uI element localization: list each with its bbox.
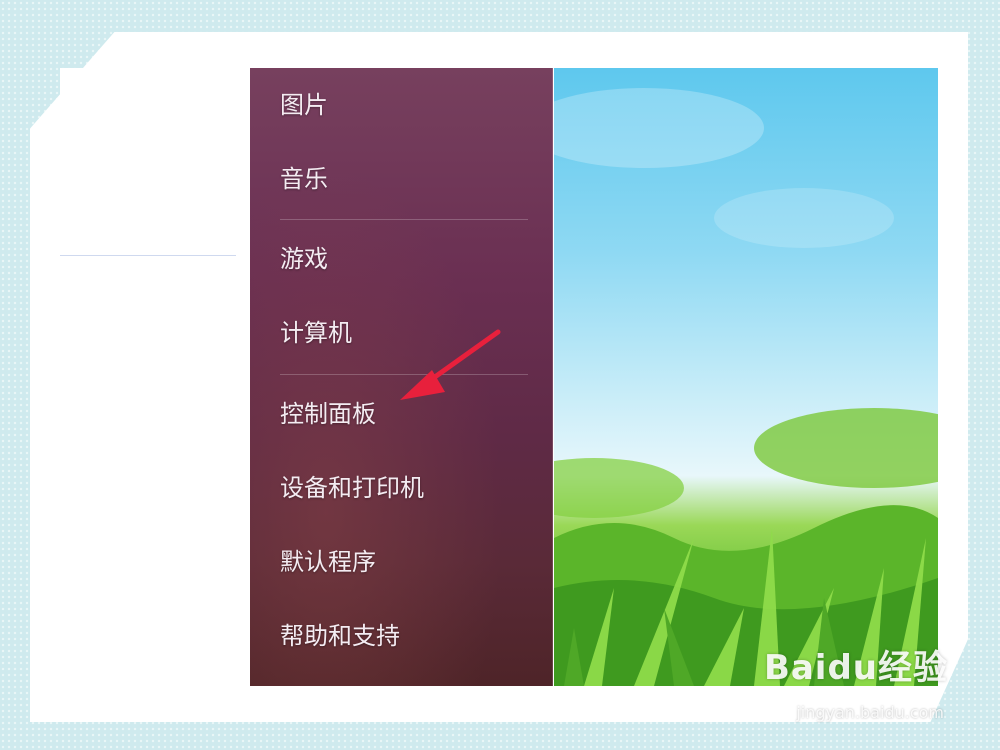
menu-separator [280,219,528,220]
menu-item-music[interactable]: 音乐 [280,158,328,200]
divider [60,255,236,256]
desktop-wallpaper [554,68,938,686]
menu-item-devices-and-printers[interactable]: 设备和打印机 [280,467,424,509]
watermark-url: jingyan.baidu.com [796,703,944,722]
start-menu-programs-panel [60,68,250,686]
menu-item-default-programs[interactable]: 默认程序 [280,541,376,583]
screenshot-area: 图片 音乐 游戏 计算机 控制面板 设备和打印机 默认程序 帮助和支持 [60,68,938,686]
menu-separator [280,374,528,375]
menu-item-games[interactable]: 游戏 [280,238,328,280]
menu-item-help-and-support[interactable]: 帮助和支持 [280,615,400,657]
menu-item-computer[interactable]: 计算机 [280,312,352,354]
baidu-logo: Baidu经验 [763,648,948,688]
grass-illustration [554,88,938,686]
menu-item-pictures[interactable]: 图片 [280,84,328,126]
start-menu-right-pane: 图片 音乐 游戏 计算机 控制面板 设备和打印机 默认程序 帮助和支持 [250,68,553,686]
menu-item-control-panel[interactable]: 控制面板 [280,393,376,435]
